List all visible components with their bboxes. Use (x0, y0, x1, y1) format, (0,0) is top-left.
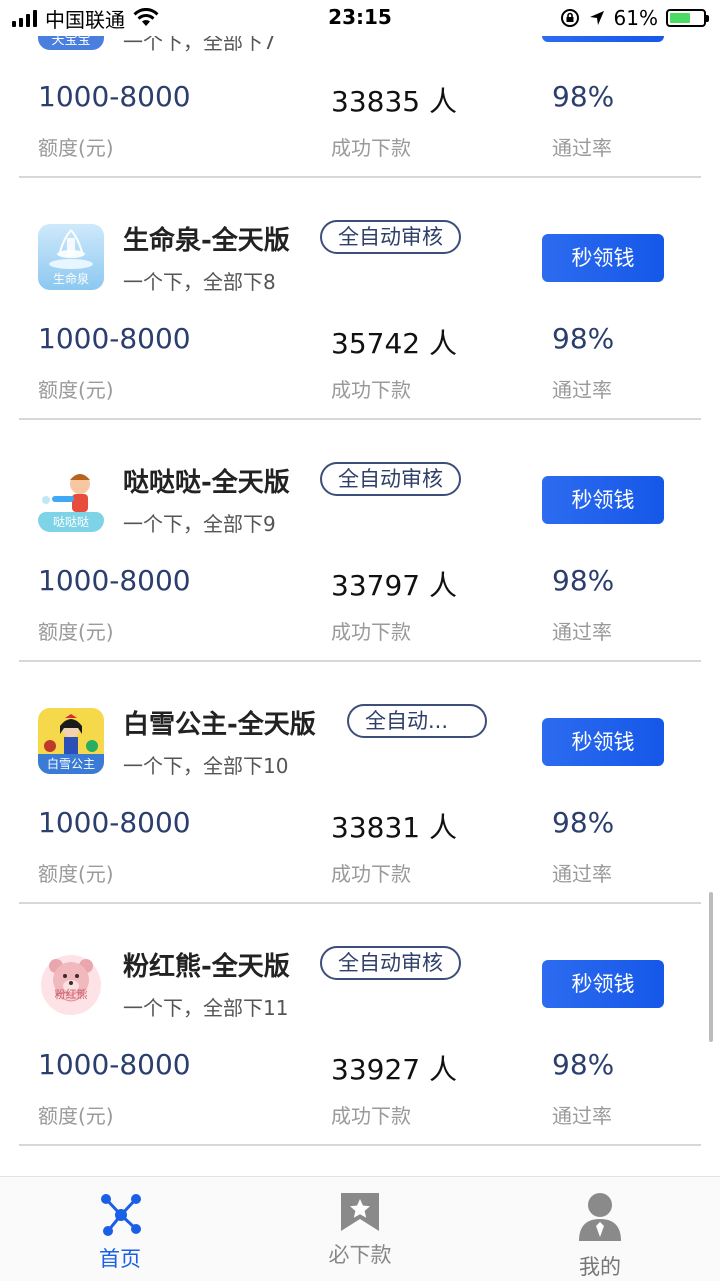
amount-label: 额度(元) (38, 1104, 114, 1128)
amount-range: 1000-8000 (38, 322, 191, 355)
loan-card[interactable]: 白雪公主 白雪公主-全天版 全自动... 一个下，全部下10 秒领钱 1000-… (0, 662, 720, 904)
pass-rate-label: 通过率 (552, 136, 612, 160)
icon-caption: 哒哒哒 (52, 515, 89, 529)
success-count: 33831 人 (331, 811, 457, 844)
amount-range: 1000-8000 (38, 1048, 191, 1081)
tab-home-label: 首页 (99, 1247, 141, 1271)
icon-caption: 粉红熊 (54, 988, 88, 1001)
app-name: 粉红熊-全天版 (123, 952, 290, 982)
amount-range: 1000-8000 (38, 564, 191, 597)
rotation-lock-icon (560, 9, 579, 27)
auto-review-badge: 全自动... (347, 704, 487, 738)
success-count: 33927 人 (331, 1053, 457, 1086)
icon-caption: 白雪公主 (46, 757, 95, 771)
app-name: 白雪公主-全天版 (123, 710, 316, 740)
success-count: 33797 人 (331, 569, 457, 602)
amount-label: 额度(元) (38, 136, 114, 160)
amount-range: 1000-8000 (38, 806, 191, 839)
amount-label: 额度(元) (38, 378, 114, 402)
app-subtitle: 一个下，全部下10 (123, 754, 289, 778)
pass-rate: 98% (552, 564, 615, 597)
loan-card[interactable]: 哒哒哒 哒哒哒-全天版 全自动审核 一个下，全部下9 秒领钱 1000-8000… (0, 420, 720, 662)
tab-mine-label: 我的 (579, 1255, 621, 1279)
auto-review-badge: 全自动审核 (320, 946, 461, 980)
pass-rate: 98% (552, 322, 615, 355)
success-label: 成功下款 (331, 862, 411, 886)
success-label: 成功下款 (331, 378, 411, 402)
app-icon-dadada: 哒哒哒 (38, 466, 104, 532)
get-money-button[interactable]: 秒领钱 (542, 718, 664, 766)
app-name: 生命泉-全天版 (123, 226, 290, 256)
pass-rate-label: 通过率 (552, 378, 612, 402)
status-right: 61% (560, 6, 709, 30)
divider (19, 1144, 701, 1146)
pass-rate: 98% (552, 806, 615, 839)
app-icon-pink-bear: 粉红熊 (38, 950, 104, 1016)
amount-label: 额度(元) (38, 620, 114, 644)
auto-review-badge: 全自动审核 (320, 462, 461, 496)
battery-percent: 61% (613, 6, 658, 30)
status-bar: 中国联通 23:15 61% (0, 0, 720, 36)
get-money-button[interactable]: 秒领钱 (542, 476, 664, 524)
success-count: 35742 人 (331, 327, 457, 360)
network-icon (101, 1194, 141, 1236)
success-label: 成功下款 (331, 1104, 411, 1128)
battery-fill (670, 13, 690, 23)
get-money-button[interactable]: 秒领钱 (542, 234, 664, 282)
app-icon-shengmingquan: 生命泉 (38, 224, 104, 290)
battery-icon (666, 9, 709, 27)
tab-must-loan-label: 必下款 (328, 1243, 392, 1267)
scroll-indicator[interactable] (709, 892, 713, 1042)
tab-mine[interactable]: 我的 (480, 1177, 720, 1281)
get-money-button[interactable]: 秒领钱 (542, 960, 664, 1008)
app-subtitle: 一个下，全部下8 (123, 270, 276, 294)
app-icon-snow-white: 白雪公主 (38, 708, 104, 774)
pass-rate-label: 通过率 (552, 862, 612, 886)
app-name: 哒哒哒-全天版 (123, 468, 290, 498)
success-count: 33835 人 (331, 85, 457, 118)
tab-bar: 首页 必下款 我的 (0, 1176, 720, 1281)
amount-range: 1000-8000 (38, 80, 191, 113)
loan-card[interactable]: 生命泉 生命泉-全天版 全自动审核 一个下，全部下8 秒领钱 1000-8000… (0, 178, 720, 420)
tab-home[interactable]: 首页 (0, 1177, 240, 1281)
success-label: 成功下款 (331, 136, 411, 160)
success-label: 成功下款 (331, 620, 411, 644)
pass-rate-label: 通过率 (552, 1104, 612, 1128)
location-icon (589, 11, 604, 25)
pass-rate-label: 通过率 (552, 620, 612, 644)
bookmark-star-icon (341, 1193, 379, 1231)
auto-review-badge: 全自动审核 (320, 220, 461, 254)
app-subtitle: 一个下，全部下9 (123, 512, 276, 536)
icon-caption: 生命泉 (52, 272, 89, 286)
pink-bear-icon (41, 955, 101, 1015)
loan-card[interactable]: 粉红熊 粉红熊-全天版 全自动审核 一个下，全部下11 秒领钱 1000-800… (0, 904, 720, 1146)
pass-rate: 98% (552, 1048, 615, 1081)
tab-must-loan[interactable]: 必下款 (240, 1177, 480, 1281)
pass-rate: 98% (552, 80, 615, 113)
user-profile-icon (579, 1193, 621, 1241)
app-subtitle: 一个下，全部下11 (123, 996, 289, 1020)
amount-label: 额度(元) (38, 862, 114, 886)
